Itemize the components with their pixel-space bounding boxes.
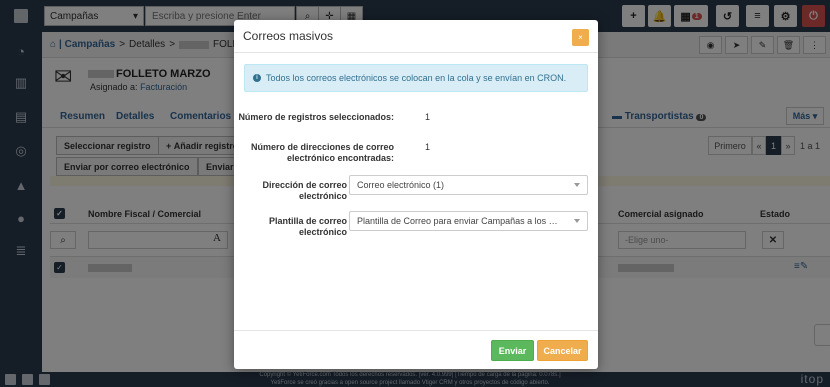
cancel-button[interactable]: Cancelar — [537, 340, 588, 361]
found-count-label: Número de direcciones de correo electrón… — [234, 142, 394, 164]
mass-email-modal: Correos masivos × i Todos los correos el… — [234, 20, 598, 369]
found-count-label-line2: electrónico encontradas: — [286, 153, 394, 163]
close-button[interactable]: × — [572, 29, 589, 46]
info-text: Todos los correos electrónicos se coloca… — [266, 73, 567, 83]
chevron-down-icon — [574, 219, 580, 223]
template-label-line1: Plantilla de correo — [268, 216, 347, 226]
found-count-value: 1 — [425, 142, 431, 152]
info-icon: i — [253, 74, 261, 82]
info-alert: i Todos los correos electrónicos se colo… — [244, 64, 588, 92]
modal-footer: Enviar Cancelar — [234, 330, 598, 369]
modal-header: Correos masivos × — [234, 20, 598, 53]
email-address-select[interactable]: Correo electrónico (1) — [349, 175, 588, 195]
email-template-select[interactable]: Plantilla de Correo para enviar Campañas… — [349, 211, 588, 231]
selected-count-label: Número de registros seleccionados: — [238, 112, 394, 122]
email-template-value: Plantilla de Correo para enviar Campañas… — [357, 216, 562, 226]
address-label: Dirección de correo electrónico — [187, 180, 347, 202]
chevron-down-icon — [574, 183, 580, 187]
address-label-line2: electrónico — [298, 191, 347, 201]
template-label: Plantilla de correo electrónico — [187, 216, 347, 238]
send-button[interactable]: Enviar — [491, 340, 534, 361]
address-label-line1: Dirección de correo — [262, 180, 347, 190]
selected-count-value: 1 — [425, 112, 431, 122]
found-count-label-line1: Número de direcciones de correo — [250, 142, 394, 152]
modal-title: Correos masivos — [243, 29, 334, 43]
template-label-line2: electrónico — [298, 227, 347, 237]
email-address-value: Correo electrónico (1) — [357, 180, 445, 190]
